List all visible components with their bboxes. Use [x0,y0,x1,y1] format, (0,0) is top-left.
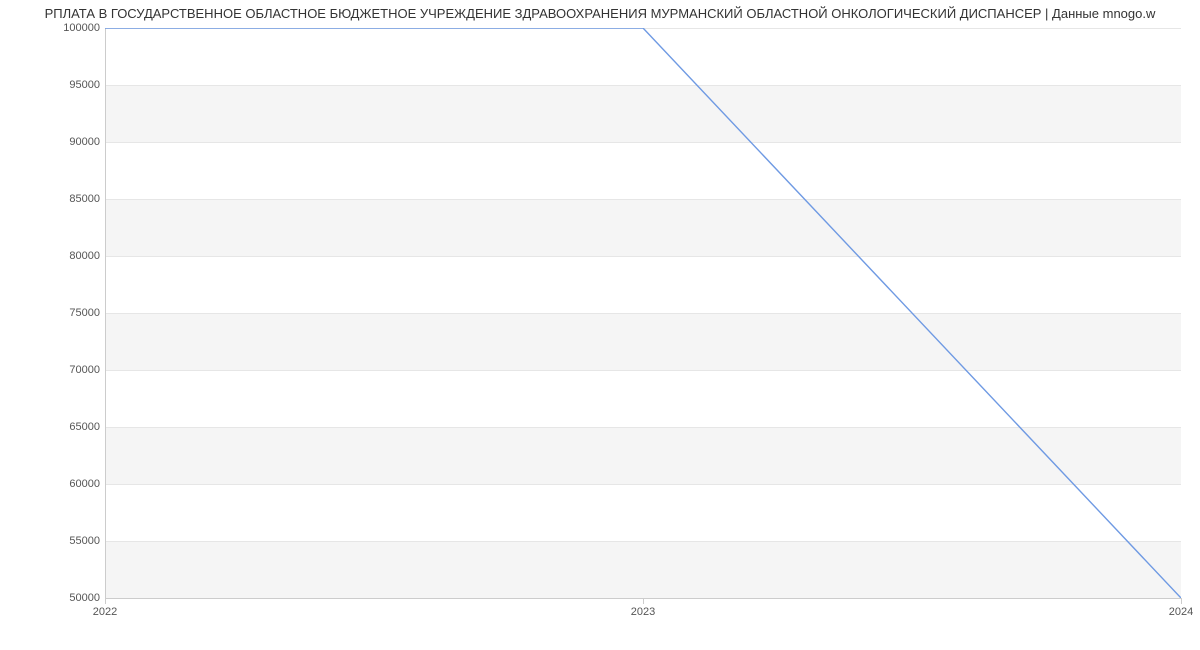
y-tick-label: 55000 [10,535,100,547]
grid-line [105,427,1181,428]
y-tick-label: 60000 [10,478,100,490]
grid-line [105,28,1181,29]
grid-line [105,484,1181,485]
y-axis [105,28,106,598]
y-tick-label: 80000 [10,250,100,262]
grid-line [105,541,1181,542]
chart-title: РПЛАТА В ГОСУДАРСТВЕННОЕ ОБЛАСТНОЕ БЮДЖЕ… [0,6,1200,21]
grid-line [105,256,1181,257]
x-tick-mark [643,598,644,604]
y-tick-label: 50000 [10,592,100,604]
x-tick-mark [105,598,106,604]
y-tick-label: 85000 [10,193,100,205]
y-tick-label: 75000 [10,307,100,319]
grid-band [105,199,1181,256]
plot-area [105,28,1181,598]
grid-band [105,85,1181,142]
chart-container: РПЛАТА В ГОСУДАРСТВЕННОЕ ОБЛАСТНОЕ БЮДЖЕ… [0,0,1200,650]
grid-line [105,85,1181,86]
x-tick-mark [1181,598,1182,604]
grid-line [105,199,1181,200]
grid-line [105,370,1181,371]
y-tick-label: 65000 [10,421,100,433]
x-tick-label: 2024 [1169,606,1193,618]
x-tick-label: 2022 [93,606,117,618]
y-tick-label: 100000 [10,22,100,34]
grid-band [105,541,1181,598]
grid-band [105,427,1181,484]
grid-line [105,313,1181,314]
y-tick-label: 90000 [10,136,100,148]
y-tick-label: 70000 [10,364,100,376]
x-tick-label: 2023 [631,606,655,618]
grid-line [105,142,1181,143]
y-tick-label: 95000 [10,79,100,91]
grid-band [105,313,1181,370]
